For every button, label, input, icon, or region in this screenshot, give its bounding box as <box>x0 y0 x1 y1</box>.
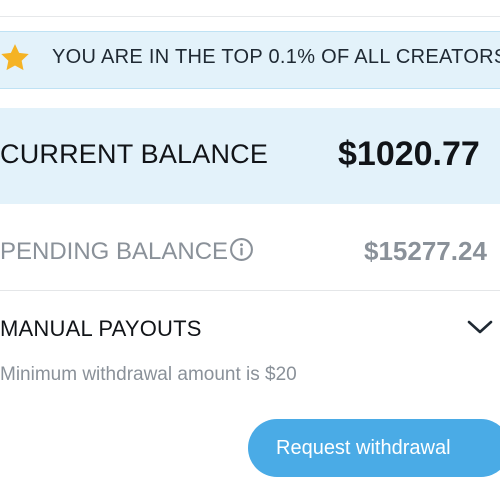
top-divider <box>0 16 500 17</box>
current-balance-value: $1020.77 <box>338 135 480 173</box>
star-icon <box>1 44 29 71</box>
pending-balance-label: PENDING BALANCE <box>0 238 229 265</box>
pending-balance-value: $15277.24 <box>364 236 487 266</box>
chevron-down-icon[interactable] <box>466 318 494 336</box>
payouts-page: YOU ARE IN THE TOP 0.1% OF ALL CREATORS!… <box>0 0 500 500</box>
manual-payouts-toggle[interactable]: MANUAL PAYOUTS <box>0 300 500 350</box>
current-balance-label: CURRENT BALANCE <box>0 139 269 169</box>
banner-text: YOU ARE IN THE TOP 0.1% OF ALL CREATORS! <box>52 46 500 68</box>
minimum-withdrawal-note: Minimum withdrawal amount is $20 <box>0 364 297 385</box>
info-icon[interactable] <box>229 237 254 262</box>
manual-payouts-title: MANUAL PAYOUTS <box>0 316 202 341</box>
request-withdrawal-button[interactable]: Request withdrawal <box>248 419 500 477</box>
section-divider <box>0 290 500 291</box>
